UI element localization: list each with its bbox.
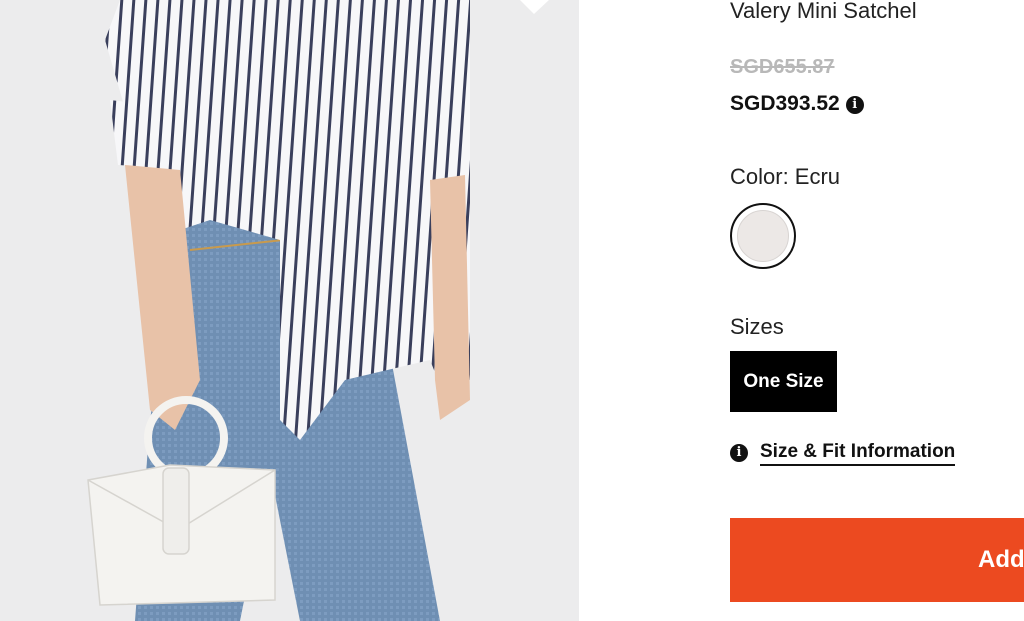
size-option-one-size[interactable]: One Size (730, 351, 837, 412)
sizes-label: Sizes (730, 314, 784, 339)
model-image (0, 0, 579, 621)
add-to-bag-button[interactable]: Add (730, 518, 1024, 602)
color-label: Color: Ecru (730, 164, 841, 189)
info-icon[interactable]: i (845, 96, 864, 114)
color-swatch-ecru[interactable] (730, 203, 796, 269)
swatch-fill (737, 210, 789, 262)
original-price: SGD655.87 (730, 56, 835, 78)
sale-price-row: SGD393.52 i (730, 92, 864, 116)
product-title: Valery Mini Satchel (730, 0, 917, 23)
product-photo[interactable] (0, 0, 579, 621)
size-fit-row: i Size & Fit Information (730, 441, 956, 466)
info-icon: i (730, 444, 748, 462)
sale-price: SGD393.52 (730, 92, 840, 115)
product-info-panel: Valery Mini Satchel SGD655.87 SGD393.52 i… (579, 0, 1024, 621)
size-fit-link[interactable]: Size & Fit Information (760, 441, 956, 466)
